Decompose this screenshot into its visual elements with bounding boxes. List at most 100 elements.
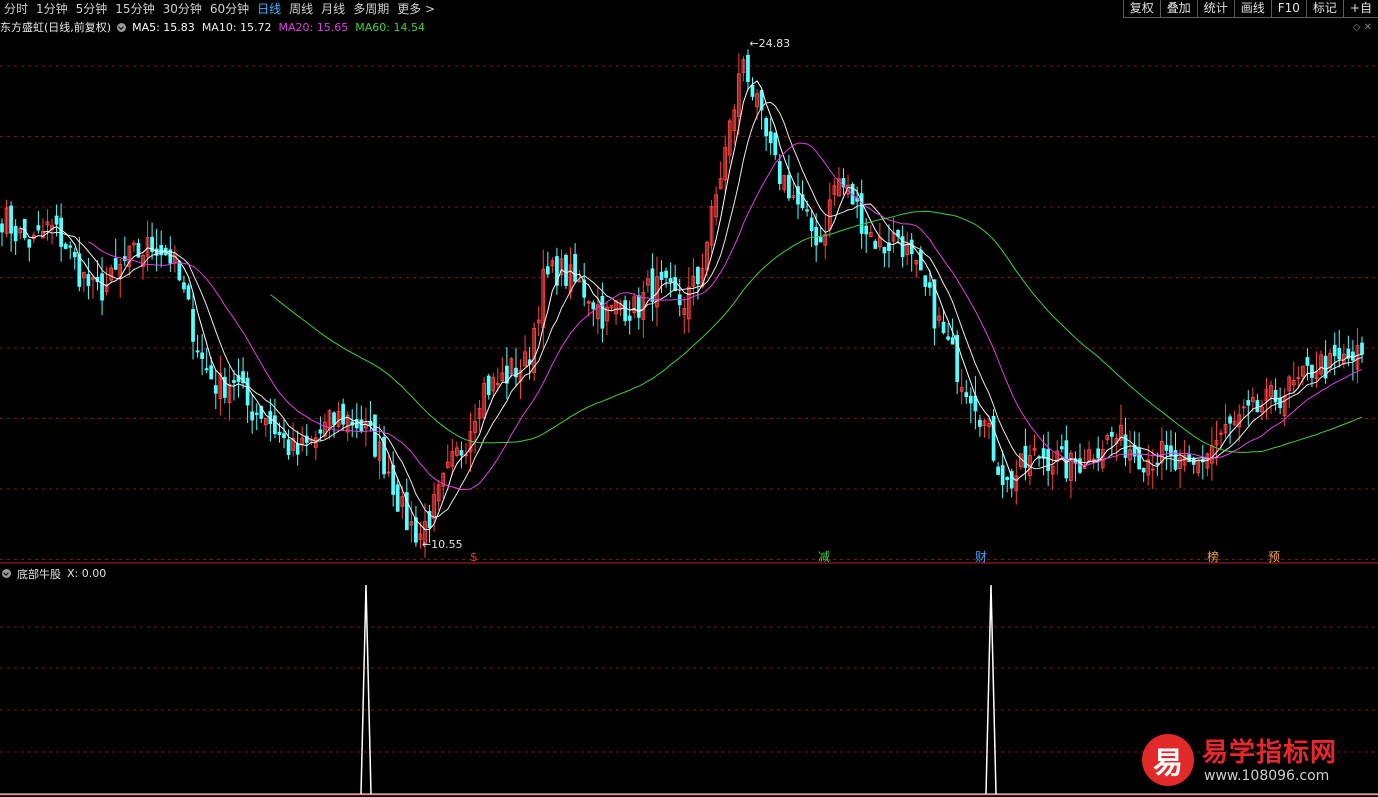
candle-body	[195, 350, 200, 353]
candle-body	[923, 275, 928, 287]
kline-chart[interactable]: ←24.83 ←10.55 $ 减 财 榜 预	[0, 0, 1378, 797]
candle-body	[182, 282, 186, 290]
watermark-logo: 易 易学指标网 www.108096.com	[1140, 728, 1378, 797]
candle-body	[950, 337, 955, 345]
event-marker: 榜	[1207, 549, 1219, 564]
candle-body	[1155, 462, 1160, 465]
candle-body	[673, 277, 678, 292]
candle-body	[668, 278, 673, 283]
candle-body	[946, 336, 950, 340]
event-marker: 减	[818, 550, 830, 564]
indicator-signal	[360, 584, 372, 795]
candle-body	[696, 266, 700, 285]
candle-body	[964, 392, 969, 398]
candle-body	[1246, 400, 1251, 406]
candle-body	[1351, 351, 1355, 361]
candle-body	[318, 429, 323, 434]
candle-body	[928, 282, 932, 288]
candle-body	[623, 300, 628, 322]
candle-body	[873, 240, 878, 249]
candle-body	[1164, 444, 1169, 451]
candle-body	[250, 411, 255, 421]
candle-body	[573, 254, 577, 282]
ma-line	[42, 101, 1363, 518]
candle-body	[204, 368, 209, 371]
candle-body	[591, 302, 596, 310]
low-price-label: ←10.55	[422, 538, 463, 551]
ma-line	[20, 80, 1363, 531]
candle-body	[909, 239, 914, 255]
candle-body	[186, 285, 191, 300]
candle-body	[941, 321, 946, 334]
candle-body	[773, 132, 778, 156]
candle-body	[882, 247, 887, 254]
candle-body	[232, 380, 236, 383]
candle-body	[1360, 342, 1364, 355]
candle-body	[991, 415, 996, 461]
candle-body	[600, 296, 605, 329]
candle-body	[1273, 389, 1278, 403]
candle-body	[273, 415, 277, 435]
candle-body	[295, 443, 300, 455]
candle-body	[1337, 348, 1342, 360]
candle-body	[1005, 477, 1010, 480]
candle-body	[750, 84, 755, 97]
candle-body	[395, 484, 400, 512]
candle-body	[277, 431, 282, 436]
candle-body	[787, 174, 791, 199]
candle-body	[486, 375, 491, 395]
candle-body	[213, 385, 218, 394]
candle-body	[9, 205, 13, 234]
candle-body	[191, 308, 195, 342]
candle-body	[254, 412, 259, 415]
candle-body	[13, 225, 18, 242]
candle-body	[63, 243, 68, 249]
candle-body	[1096, 448, 1101, 459]
candle-body	[1310, 364, 1314, 378]
candle-body	[545, 266, 550, 275]
candle-body	[54, 215, 59, 225]
candle-body	[100, 273, 104, 301]
candle-body	[373, 414, 377, 457]
candle-body	[996, 466, 1000, 475]
candle-body	[72, 251, 77, 258]
candle-body	[200, 352, 204, 359]
candle-body	[1228, 416, 1232, 424]
candle-body	[1305, 357, 1310, 366]
candle-body	[36, 225, 41, 231]
candle-body	[564, 254, 568, 286]
candle-body	[0, 223, 4, 233]
high-price-label: ←24.83	[749, 37, 790, 50]
event-marker: $	[470, 550, 478, 564]
candle-body	[805, 209, 809, 212]
candle-body	[764, 118, 769, 137]
candle-body	[636, 295, 641, 318]
candle-body	[1023, 445, 1028, 469]
candle-body	[577, 280, 582, 283]
candle-body	[864, 225, 869, 235]
candle-body	[113, 258, 118, 270]
candle-body	[27, 239, 32, 248]
candle-body	[1332, 344, 1337, 357]
event-marker: 财	[975, 550, 987, 564]
candle-body	[341, 403, 346, 425]
candle-body	[1255, 400, 1260, 413]
candle-body	[245, 377, 250, 406]
candle-body	[177, 260, 182, 281]
logo-url: www.108096.com	[1204, 768, 1330, 784]
candle-body	[1141, 467, 1146, 473]
candle-body	[918, 249, 923, 271]
indicator-signal	[985, 584, 997, 795]
candle-body	[768, 131, 773, 144]
candle-body	[659, 271, 664, 280]
candle-body	[86, 274, 91, 287]
logo-title: 易学指标网	[1202, 738, 1338, 768]
candle-body	[746, 54, 750, 82]
candle-body	[332, 412, 336, 425]
candle-body	[664, 270, 668, 278]
candle-body	[627, 315, 632, 321]
candle-body	[1241, 406, 1246, 409]
candle-body	[968, 395, 973, 404]
candle-body	[978, 419, 982, 427]
candle-body	[777, 161, 782, 184]
